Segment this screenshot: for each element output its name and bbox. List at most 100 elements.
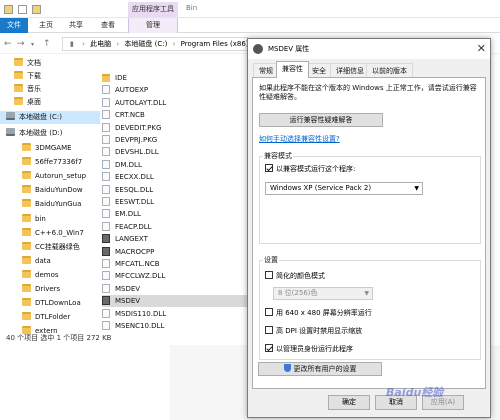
file-name: EM.DLL	[115, 210, 141, 219]
folder-icon	[14, 84, 23, 92]
file-list-item[interactable]: DEVSHL.DLL	[102, 146, 247, 158]
folder-icon	[14, 97, 23, 105]
file-list-item[interactable]: EESQL.DLL	[102, 184, 247, 196]
nav-item-label: BaiduYunGua	[35, 200, 82, 208]
file-name: MFCCLWZ.DLL	[115, 272, 166, 281]
file-name: EECXX.DLL	[115, 173, 154, 182]
nav-item[interactable]: DTLDownLoa	[0, 297, 100, 310]
file-list-item[interactable]: AUTOEXP	[102, 84, 247, 96]
file-list: IDE AUTOEXP AUTOLAYT.DLL CRT.NCB DEVEDIT.PKG…	[102, 55, 252, 340]
app-icon	[253, 44, 263, 54]
tab-file[interactable]: 文件	[0, 18, 28, 33]
tab-manage[interactable]: 管理	[128, 18, 178, 33]
reduced-color-checkbox[interactable]: 简化的颜色模式	[265, 271, 325, 281]
nav-item[interactable]: 音乐	[0, 83, 100, 96]
file-list-item[interactable]: DM.DLL	[102, 159, 247, 171]
file-name: DEVEDIT.PKG	[115, 123, 162, 132]
nav-item-label: 文档	[27, 59, 41, 67]
tab-view[interactable]: 查看	[94, 18, 122, 33]
nav-item[interactable]: CC挂载器绿色	[0, 241, 100, 254]
tab-previous-versions[interactable]: 以前的版本	[366, 63, 413, 77]
nav-item[interactable]: 本地磁盘 (C:)	[0, 111, 100, 124]
quick-access-folder-icon[interactable]	[4, 5, 13, 14]
file-icon	[102, 259, 110, 268]
change-all-users-button[interactable]: 更改所有用户的设置	[258, 362, 382, 376]
address-box[interactable]: ▮ › 此电脑 › 本地磁盘 (C:) › Program Files (x86…	[62, 37, 248, 51]
file-list-item[interactable]: AUTOLAYT.DLL	[102, 97, 247, 109]
close-icon[interactable]: ✕	[477, 39, 486, 59]
compat-mode-label: 兼容模式	[263, 151, 293, 161]
up-arrow-icon[interactable]: ↑	[43, 39, 51, 49]
resolution-640-checkbox[interactable]: 用 640 x 480 屏幕分辨率运行	[265, 308, 372, 318]
file-list-item[interactable]: MFCCLWZ.DLL	[102, 270, 247, 282]
tab-share[interactable]: 共享	[62, 18, 90, 33]
file-list-item[interactable]: MSENC10.DLL	[102, 320, 247, 332]
file-list-item[interactable]: LANGEXT	[102, 233, 247, 245]
file-list-item[interactable]: MSDEV	[102, 295, 247, 308]
nav-item[interactable]: 3DMGAME	[0, 142, 100, 155]
folder-icon	[22, 214, 31, 222]
nav-item-label: Autorun_setup	[35, 172, 87, 180]
nav-item-label: demos	[35, 271, 59, 279]
file-list-item[interactable]: MFCATL.NCB	[102, 258, 247, 270]
breadcrumb-program-files[interactable]: Program Files (x86)	[181, 40, 247, 48]
breadcrumb-this-pc[interactable]: 此电脑	[90, 40, 111, 48]
file-list-item[interactable]: DEVEDIT.PKG	[102, 122, 247, 134]
nav-item[interactable]: 桌面	[0, 96, 100, 109]
file-name: MFCATL.NCB	[115, 260, 160, 268]
tab-details[interactable]: 详细信息	[330, 63, 370, 77]
file-list-item[interactable]: EECXX.DLL	[102, 171, 247, 183]
settings-label: 设置	[263, 255, 279, 265]
nav-item[interactable]: C++6.0_Win7	[0, 227, 100, 240]
folder-icon	[22, 284, 31, 292]
file-list-item[interactable]: EM.DLL	[102, 208, 247, 220]
file-name: LANGEXT	[115, 235, 148, 244]
run-troubleshooter-button[interactable]: 运行兼容性疑难解答	[259, 113, 383, 127]
manual-settings-link[interactable]: 如何手动选择兼容性设置?	[259, 134, 340, 144]
nav-item[interactable]: data	[0, 255, 100, 268]
ok-button[interactable]: 确定	[328, 395, 370, 410]
recent-chevron-icon[interactable]: ▾	[31, 41, 34, 48]
high-dpi-checkbox[interactable]: 高 DPI 设置时禁用显示缩放	[265, 326, 362, 336]
breadcrumb-c-drive[interactable]: 本地磁盘 (C:)	[124, 40, 167, 48]
quick-access-check-icon[interactable]	[18, 5, 27, 14]
tab-compatibility[interactable]: 兼容性	[276, 61, 309, 78]
file-list-item[interactable]: CRT.NCB	[102, 109, 247, 121]
nav-item[interactable]: bin	[0, 213, 100, 226]
os-version-value: Windows XP (Service Pack 2)	[270, 184, 372, 192]
quick-access-new-folder-icon[interactable]	[32, 5, 41, 14]
nav-item-label: bin	[35, 215, 46, 223]
file-list-item[interactable]: EESWT.DLL	[102, 196, 247, 208]
file-list-item[interactable]: FEACP.DLL	[102, 221, 247, 233]
nav-item[interactable]: Autorun_setup	[0, 170, 100, 183]
file-list-item[interactable]: IDE	[102, 72, 247, 84]
os-version-select[interactable]: Windows XP (Service Pack 2) ▼	[265, 182, 423, 195]
ribbon-tabs: 文件 主页 共享 查看 管理	[0, 18, 500, 33]
nav-item[interactable]: 本地磁盘 (D:)	[0, 127, 100, 140]
nav-item[interactable]: DTLFolder	[0, 311, 100, 324]
file-list-item[interactable]: MACROCPP	[102, 246, 247, 258]
file-icon	[102, 147, 110, 157]
back-arrow-icon[interactable]: ←	[4, 39, 12, 49]
folder-icon	[22, 199, 31, 207]
nav-item[interactable]: 下载	[0, 70, 100, 83]
nav-item[interactable]: BaiduYunGua	[0, 198, 100, 211]
run-as-admin-checkbox[interactable]: 以管理员身份运行此程序	[265, 344, 353, 354]
nav-item[interactable]: demos	[0, 269, 100, 282]
file-name: MSDIS110.DLL	[115, 309, 167, 318]
file-list-item[interactable]: MSDEV	[102, 283, 247, 295]
tab-home[interactable]: 主页	[32, 18, 60, 33]
file-icon	[102, 110, 110, 120]
nav-item[interactable]: 56ffe77336f7	[0, 156, 100, 169]
folder-icon	[22, 157, 31, 165]
forward-arrow-icon[interactable]: →	[17, 39, 25, 49]
nav-item[interactable]: 文档	[0, 57, 100, 70]
tab-security[interactable]: 安全	[306, 63, 332, 77]
file-list-item[interactable]: DEVPRJ.PKG	[102, 134, 247, 146]
file-icon	[102, 283, 110, 293]
file-list-item[interactable]: MSDIS110.DLL	[102, 308, 247, 320]
nav-item[interactable]: BaiduYunDow	[0, 184, 100, 197]
properties-dialog: MSDEV 属性 ✕ 常规 兼容性 安全 详细信息 以前的版本 如果此程序不能在…	[247, 38, 491, 418]
compat-mode-checkbox[interactable]: 以兼容模式运行这个程序:	[265, 164, 355, 174]
nav-item[interactable]: Drivers	[0, 283, 100, 296]
